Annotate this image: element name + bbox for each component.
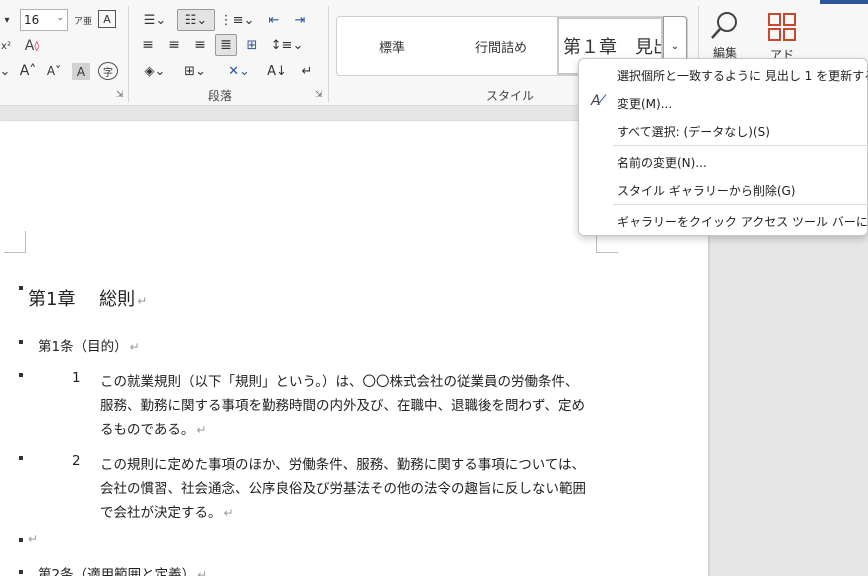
bullets-icon[interactable]: ☰⌄ — [138, 10, 172, 30]
paragraph-bullet — [19, 373, 23, 377]
borders-icon[interactable]: ⊞⌄ — [178, 61, 212, 81]
paragraph-1-line-3: るものである。 ↵ — [100, 418, 206, 438]
chapter-heading: 第1章 総則 ↵ — [28, 285, 147, 311]
paragraph-bullet — [19, 456, 23, 460]
chevron-down-icon: ⌄ — [56, 13, 64, 23]
character-shading-icon[interactable]: A — [72, 63, 90, 80]
article-2-heading: 第2条（適用範囲と定義） ↵ — [38, 563, 207, 576]
paragraph-bullet — [19, 286, 23, 290]
accent-bar — [820, 0, 868, 4]
addin-button[interactable] — [764, 10, 800, 44]
paragraph-mark: ↵ — [223, 506, 234, 520]
shrink-font-icon[interactable]: A˅ — [44, 62, 64, 80]
menu-remove-from-gallery[interactable]: スタイル ギャラリーから削除(G) — [617, 182, 795, 199]
paragraph-2-number: 2 — [72, 453, 81, 469]
paragraph-mark: ↵ — [197, 568, 208, 576]
article-2-text: 第2条（適用範囲と定義） — [38, 567, 196, 576]
styles-group-label: スタイル — [486, 89, 535, 103]
group-separator — [328, 6, 329, 102]
menu-separator — [613, 204, 868, 205]
numbering-icon[interactable]: ☷⌄ — [177, 9, 215, 31]
paragraph-mark: ↵ — [129, 340, 140, 354]
paragraph-mark: ↵ — [137, 294, 148, 308]
font-name-dropdown-icon[interactable]: ▾ — [0, 11, 14, 29]
increase-indent-icon[interactable]: ⇥ — [290, 10, 310, 30]
paragraph-mark: ↵ — [196, 423, 207, 437]
clear-formatting-icon[interactable]: A ◊ — [22, 37, 42, 55]
style-normal[interactable]: 標準 — [337, 17, 447, 75]
menu-separator — [613, 145, 868, 146]
distributed-icon[interactable]: ⊞ — [242, 35, 262, 55]
article-1-heading: 第1条（目的） ↵ — [38, 335, 140, 355]
phonetic-guide-icon[interactable]: ア亜 — [74, 9, 92, 31]
paragraph-2-line-3: で会社が決定する。 ↵ — [100, 501, 234, 521]
menu-modify[interactable]: 変更(M)... — [617, 95, 672, 112]
modify-style-icon: A⁄ — [591, 93, 603, 109]
style-no-spacing[interactable]: 行間詰め — [447, 17, 555, 75]
superscript-icon[interactable]: x² — [0, 37, 12, 55]
justify-icon[interactable]: ≣ — [215, 34, 237, 56]
enclose-characters-icon[interactable]: 字 — [98, 62, 118, 80]
paragraph-1-line-3-text: るものである。 — [100, 422, 195, 438]
article-1-text: 第1条（目的） — [38, 339, 128, 355]
paragraph-bullet — [19, 570, 23, 574]
edit-button[interactable] — [706, 8, 742, 44]
grow-font-icon[interactable]: A˄ — [18, 62, 38, 80]
paragraph-dialog-launcher-icon[interactable]: ⇲ — [314, 89, 324, 101]
chapter-text: 第1章 総則 — [28, 289, 136, 310]
search-icon — [711, 12, 737, 39]
paragraph-1-line-1: この就業規則（以下「規則」という。）は、〇〇株式会社の従業員の労働条件、 — [100, 374, 579, 390]
addins-icon — [768, 13, 796, 41]
menu-rename[interactable]: 名前の変更(N)... — [617, 154, 707, 171]
paragraph-2-line-1: この規則に定めた事項のほか、労働条件、服務、勤務に関する事項については、 — [100, 457, 586, 473]
sort-icon[interactable]: A↓ — [266, 61, 288, 81]
align-right-icon[interactable]: ≡ — [190, 35, 210, 55]
align-center-icon[interactable]: ≡ — [164, 35, 184, 55]
font-size-combo[interactable]: 16 ⌄ — [20, 9, 68, 31]
paragraph-group-label: 段落 — [208, 89, 233, 103]
paragraph-1-number: 1 — [72, 370, 81, 386]
text-effects-dropdown-icon[interactable]: ⌄ — [0, 62, 10, 80]
paragraph-bullet — [19, 340, 23, 344]
paragraph-bullet — [19, 538, 23, 542]
line-spacing-icon[interactable]: ↕≡⌄ — [270, 35, 304, 55]
style-context-menu: 選択個所と一致するように 見出し 1 を更新する(P) A⁄ 変更(M)... … — [578, 58, 868, 236]
crop-mark — [4, 231, 26, 253]
decrease-indent-icon[interactable]: ⇤ — [264, 10, 284, 30]
paragraph-2-line-2: 会社の慣習、社会通念、公序良俗及び労基法その他の法令の趣旨に反しない範囲 — [100, 481, 586, 497]
paragraph-1-line-2: 服務、勤務に関する事項を勤務時間の内外及び、在職中、退職後を問わず、定め — [100, 398, 586, 414]
character-border-icon[interactable]: A — [98, 10, 116, 28]
menu-select-all[interactable]: すべて選択: (データなし)(S) — [617, 123, 770, 140]
multilevel-list-icon[interactable]: ⋮≡⌄ — [220, 10, 255, 30]
group-separator — [128, 6, 129, 102]
shading-icon[interactable]: ◈⌄ — [138, 61, 172, 81]
align-left-icon[interactable]: ≡ — [138, 35, 158, 55]
paragraph-mark: ↵ — [28, 532, 39, 546]
chevron-down-icon: ⌄ — [670, 40, 680, 52]
show-marks-icon[interactable]: ↵ — [296, 61, 318, 81]
font-size-value: 16 — [24, 13, 40, 27]
asian-layout-icon[interactable]: ✕⌄ — [222, 61, 256, 81]
menu-update-to-match[interactable]: 選択個所と一致するように 見出し 1 を更新する(P) — [617, 67, 868, 84]
menu-add-to-qat[interactable]: ギャラリーをクイック アクセス ツール バーに追加(A) — [617, 213, 868, 230]
empty-paragraph: ↵ — [26, 531, 38, 547]
font-dialog-launcher-icon[interactable]: ⇲ — [115, 89, 125, 101]
paragraph-2-line-3-text: で会社が決定する。 — [100, 505, 222, 521]
